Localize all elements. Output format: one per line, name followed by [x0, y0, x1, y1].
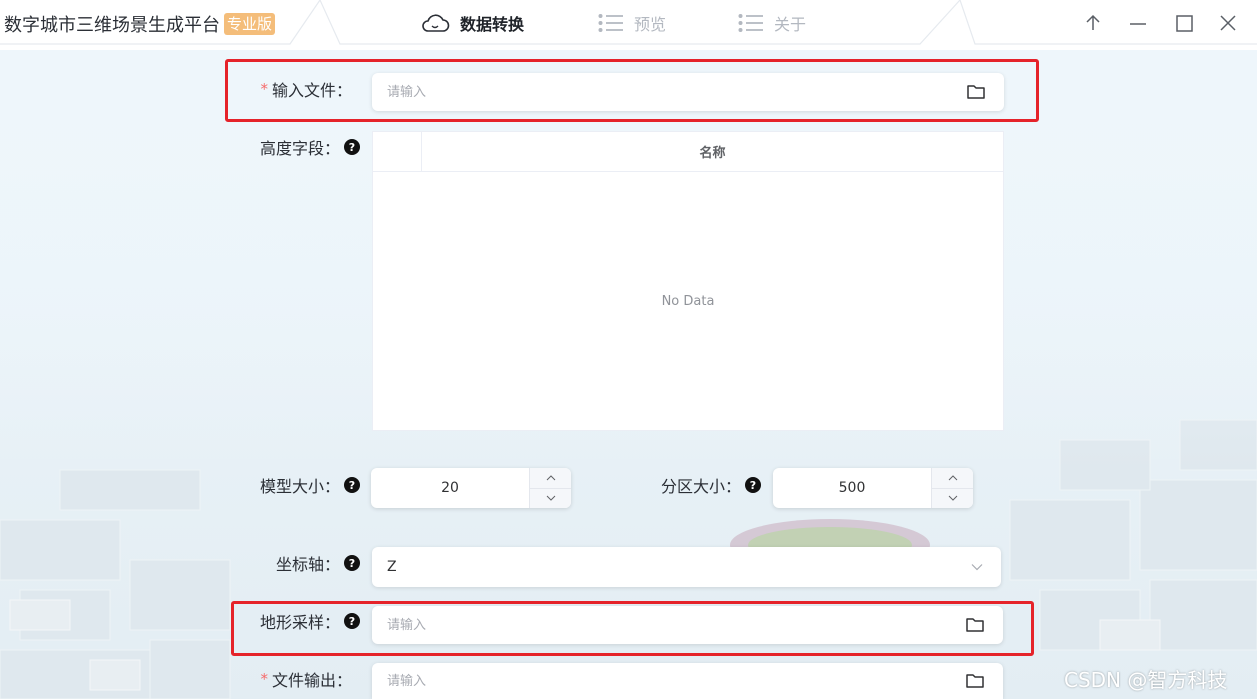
input-file-input[interactable]: [372, 73, 966, 111]
chevron-down-icon: [546, 495, 555, 501]
axis-label: 坐标轴： ?: [200, 551, 360, 575]
partition-size-label: 分区大小： ?: [600, 473, 761, 497]
increase-button[interactable]: [530, 468, 571, 489]
table-select-column[interactable]: [373, 132, 422, 171]
partition-size-input[interactable]: 500: [773, 468, 973, 508]
required-mark: *: [260, 80, 268, 98]
help-icon[interactable]: ?: [344, 555, 360, 571]
decrease-button[interactable]: [932, 488, 973, 508]
watermark: CSDN @智方科技: [1064, 668, 1228, 692]
height-field-label-text: 高度字段：: [259, 139, 340, 158]
model-size-stepper: [529, 468, 571, 508]
help-icon[interactable]: ?: [344, 139, 360, 155]
height-field-table: 名称 No Data: [372, 131, 1004, 431]
file-output-input[interactable]: [372, 663, 965, 699]
folder-icon[interactable]: [965, 615, 985, 635]
axis-select[interactable]: Z: [372, 547, 1001, 587]
input-file-label-text: 输入文件：: [271, 81, 352, 100]
help-icon[interactable]: ?: [745, 477, 761, 493]
chevron-up-icon: [948, 475, 957, 481]
help-icon[interactable]: ?: [344, 613, 360, 629]
table-column-name: 名称: [699, 146, 726, 161]
model-size-value[interactable]: 20: [371, 468, 529, 508]
folder-icon[interactable]: [966, 82, 986, 102]
required-mark: *: [260, 670, 268, 688]
terrain-sampling-label: 地形采样： ?: [200, 609, 360, 633]
table-header: 名称: [373, 132, 1003, 172]
chevron-down-icon: [948, 495, 957, 501]
folder-icon[interactable]: [965, 671, 985, 691]
model-size-input[interactable]: 20: [371, 468, 571, 508]
terrain-sampling-input[interactable]: [372, 606, 965, 644]
chevron-up-icon: [546, 475, 555, 481]
partition-size-label-text: 分区大小：: [660, 477, 741, 496]
input-file-field: [372, 73, 1004, 111]
file-output-label: * 文件输出：: [200, 667, 352, 691]
increase-button[interactable]: [932, 468, 973, 489]
file-output-label-text: 文件输出：: [271, 671, 352, 690]
axis-selected-value: Z: [387, 559, 397, 575]
conversion-form: * 输入文件： 高度字段： ? 名称 No Data 模型大小： ? 20: [0, 0, 1257, 699]
help-icon[interactable]: ?: [344, 477, 360, 493]
file-output-field: [372, 663, 1003, 699]
partition-size-value[interactable]: 500: [773, 468, 931, 508]
model-size-label: 模型大小： ?: [200, 473, 360, 497]
table-empty-text: No Data: [661, 293, 715, 309]
model-size-label-text: 模型大小：: [259, 477, 340, 496]
partition-size-stepper: [931, 468, 973, 508]
input-file-label: * 输入文件：: [200, 77, 352, 101]
decrease-button[interactable]: [530, 488, 571, 508]
terrain-sampling-label-text: 地形采样：: [259, 613, 340, 632]
axis-label-text: 坐标轴：: [275, 555, 340, 574]
chevron-down-icon: [971, 564, 983, 571]
terrain-sampling-field: [372, 606, 1003, 644]
height-field-label: 高度字段： ?: [200, 135, 360, 159]
